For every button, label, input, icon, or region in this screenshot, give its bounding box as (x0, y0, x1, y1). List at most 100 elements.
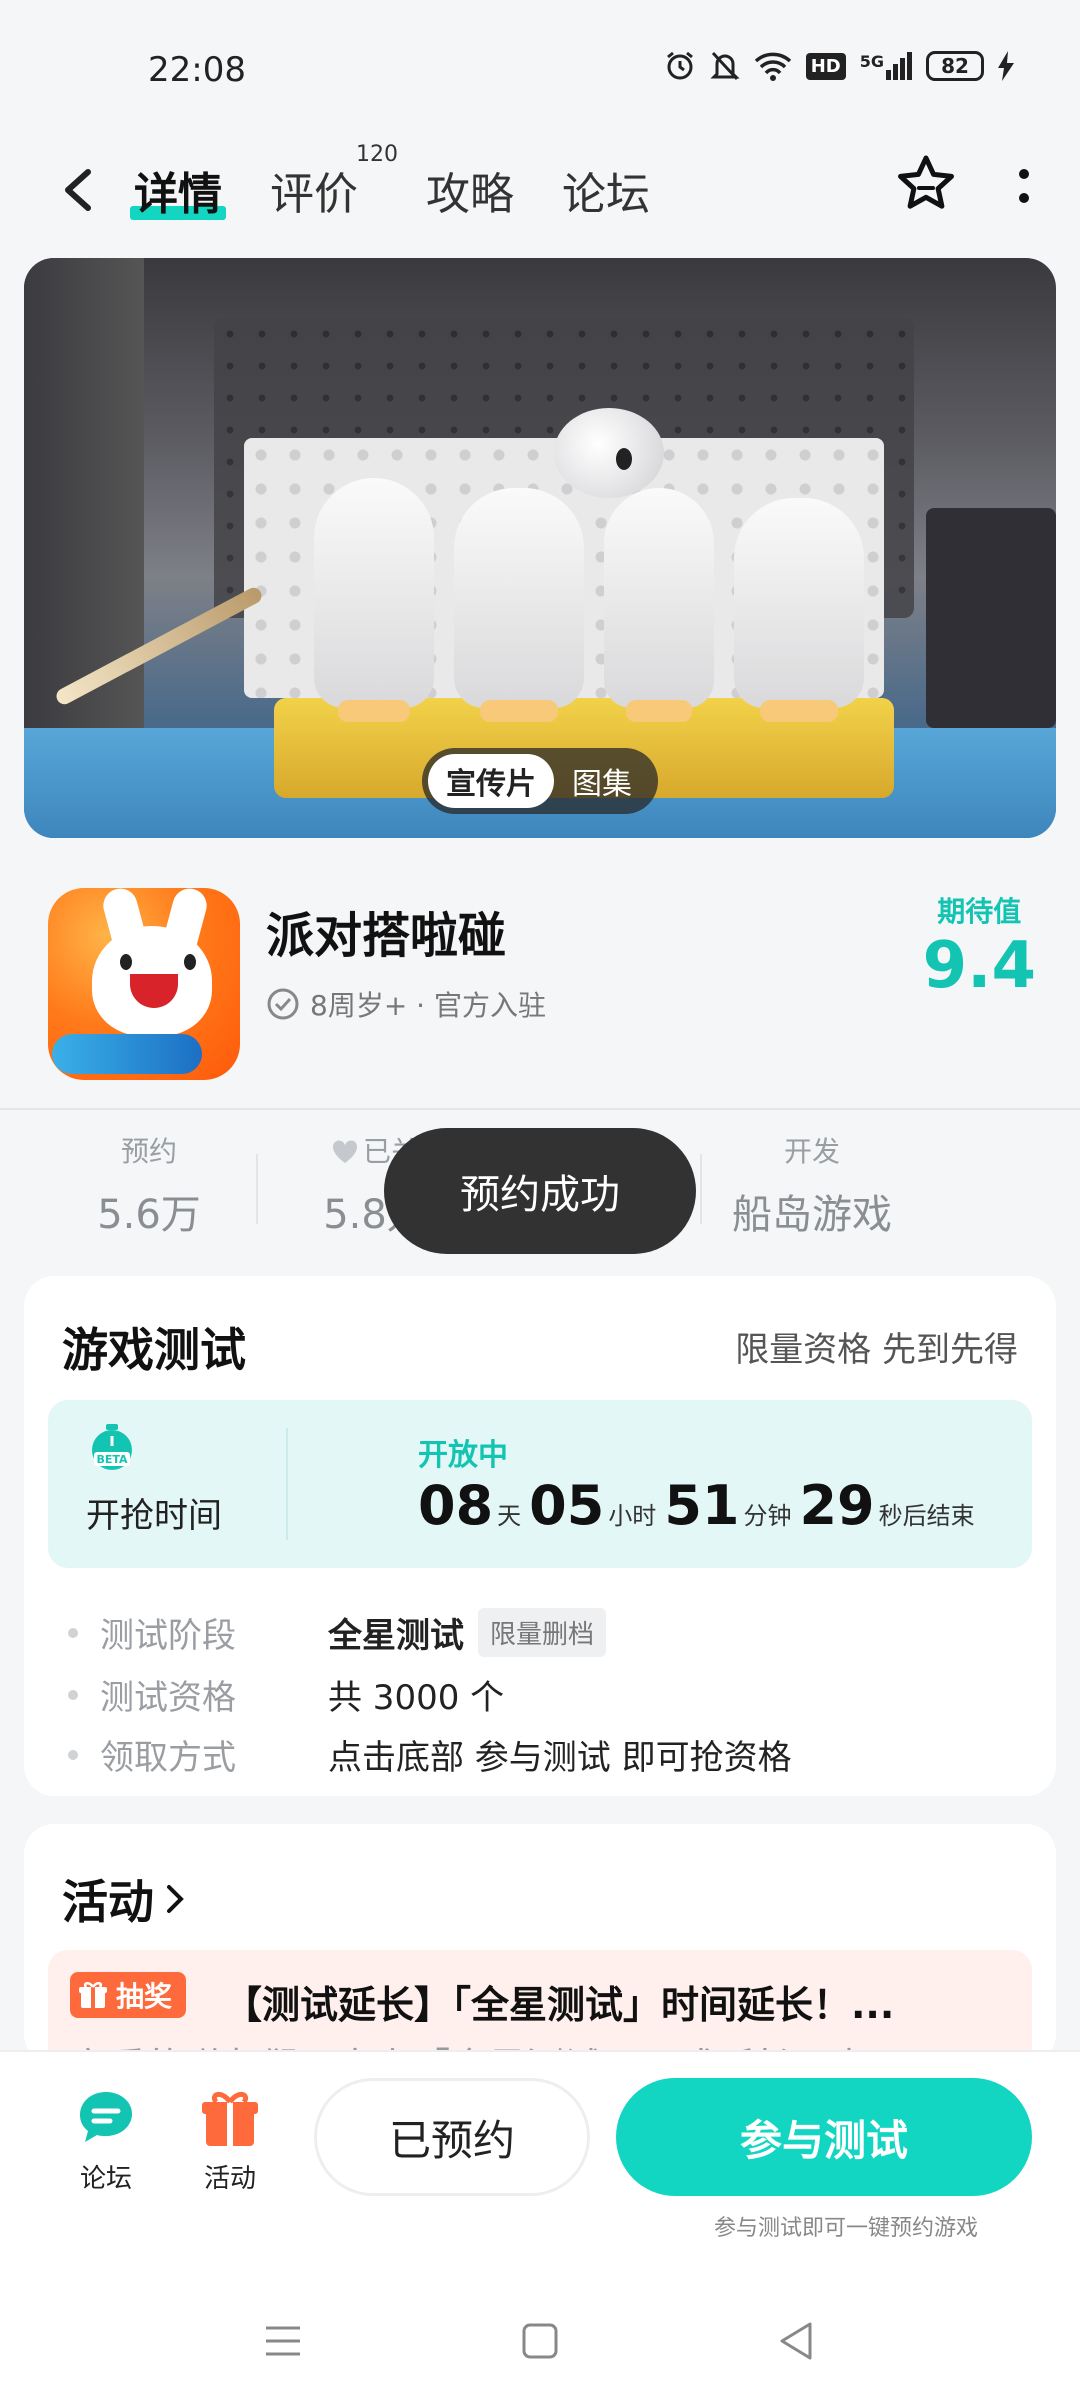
activity-title: 活动 (62, 1875, 154, 1929)
video-tab[interactable]: 宣传片 (428, 754, 554, 808)
test-timer-box: BETA 开抢时间 开放中 08 天 05 小时 51 分钟 29 秒后结束 (48, 1400, 1032, 1568)
recent-apps-icon[interactable] (258, 2316, 308, 2366)
lottery-tag: 抽奖 (70, 1972, 187, 2018)
tab-bar: 详情 评价 120 攻略 论坛 (130, 142, 650, 222)
bottom-forum-button[interactable]: 论坛 (56, 2086, 156, 2195)
countdown-seconds: 29 (799, 1474, 875, 1537)
gift-box-icon (202, 2092, 258, 2146)
stat-value: 5.6万 (97, 1192, 201, 1238)
game-info: 派对搭啦碰 8周岁+ · 官方入驻 期待值 9.4 (0, 860, 1080, 1110)
countdown-days: 08 (418, 1474, 494, 1537)
status-time: 22:08 (148, 50, 246, 90)
activity-label: 活动 (203, 2164, 256, 2194)
battery-indicator: 82 (926, 51, 984, 81)
status-bar: 22:08 HD 5G 82 (0, 0, 1080, 120)
wifi-icon (754, 52, 791, 81)
floating-character (554, 408, 664, 498)
beta-timer-icon: BETA (92, 1424, 132, 1470)
network-type: 5G (859, 52, 884, 71)
detail-key: 领取方式 (100, 1738, 236, 1778)
toast-reserve-success: 预约成功 (384, 1128, 696, 1254)
forum-label: 论坛 (79, 2164, 132, 2194)
tab-reviews[interactable]: 评价 120 (270, 142, 398, 222)
chevron-right-icon (167, 1885, 184, 1913)
age-rating-text: 8周岁+ · 官方入驻 (310, 989, 546, 1022)
media-switch: 宣传片 图集 (422, 748, 658, 814)
back-triangle-icon[interactable] (772, 2316, 822, 2366)
stat-value: 船岛游戏 (732, 1192, 892, 1238)
bullet-dot (68, 1689, 78, 1700)
stat-reservations: 预约 5.6万 (64, 1130, 234, 1240)
countdown-minutes: 51 (664, 1474, 740, 1537)
countdown-unit: 秒后结束 (878, 1502, 975, 1530)
expectation-score: 期待值 9.4 (923, 890, 1036, 998)
favorite-star-icon[interactable] (894, 152, 958, 216)
detail-tag: 限量删档 (478, 1608, 607, 1657)
figure-1 (314, 478, 434, 722)
system-navigation-bar (0, 2280, 1080, 2400)
section-divider (0, 1108, 1080, 1110)
activity-card: 活动 抽奖 【测试延长】「全星测试」时间延长！... 亲爱的磁友们，本次「全星测… (24, 1824, 1056, 2070)
countdown-unit: 天 (497, 1502, 522, 1530)
expectation-value: 9.4 (922, 929, 1036, 1003)
reserved-button[interactable]: 已预约 (314, 2078, 590, 2196)
detail-key: 测试资格 (100, 1678, 236, 1718)
stat-separator (700, 1154, 702, 1224)
forum-chat-icon (80, 2092, 132, 2142)
home-icon[interactable] (515, 2316, 565, 2366)
game-app-icon (48, 888, 240, 1080)
alarm-icon (666, 51, 693, 80)
banner-tool-holder (926, 508, 1056, 728)
detail-value: 共 3000 个 (328, 1678, 505, 1718)
figure-2 (454, 488, 584, 722)
timer-label: 开抢时间 (86, 1496, 222, 1536)
tab-label: 详情 (134, 169, 222, 220)
gallery-tab[interactable]: 图集 (554, 754, 650, 808)
card-title: 游戏测试 (62, 1323, 246, 1377)
stat-label: 开发 (783, 1135, 840, 1168)
figure-4 (734, 498, 864, 722)
countdown-hours: 05 (529, 1474, 605, 1537)
svg-text:BETA: BETA (96, 1453, 128, 1466)
timer-status: 开放中 (418, 1438, 508, 1473)
bottom-activity-button[interactable]: 活动 (180, 2086, 280, 2195)
gift-icon (79, 1982, 107, 2008)
promo-banner[interactable]: 宣传片 图集 (24, 258, 1056, 838)
bottom-action-bar: 论坛 活动 已预约 参与测试 参与测试即可一键预约游戏 (0, 2050, 1080, 2280)
join-hint-text: 参与测试即可一键预约游戏 (714, 2216, 979, 2241)
back-arrow-icon[interactable] (56, 160, 100, 220)
stat-separator (256, 1154, 258, 1224)
signal-5g-icon: 5G (860, 52, 912, 80)
verified-check-icon (267, 988, 299, 1020)
countdown: 08 天 05 小时 51 分钟 29 秒后结束 (418, 1474, 983, 1537)
tab-label: 评价 (270, 169, 358, 220)
tab-guides[interactable]: 攻略 (426, 158, 514, 222)
more-options-icon[interactable] (1012, 164, 1036, 212)
status-icons: HD 5G 82 (664, 50, 1014, 82)
activity-header[interactable]: 活动 (62, 1866, 186, 1932)
tab-label: 攻略 (426, 169, 514, 220)
bullet-dot (68, 1749, 78, 1760)
stat-developer[interactable]: 开发 船岛游戏 (712, 1130, 912, 1240)
figure-3 (604, 488, 714, 722)
top-nav: 详情 评价 120 攻略 论坛 (0, 140, 1080, 240)
mute-bell-icon (710, 51, 740, 81)
tab-forum[interactable]: 论坛 (562, 158, 650, 222)
countdown-unit: 小时 (608, 1502, 657, 1530)
detail-row-method: 领取方式 点击底部 参与测试 即可抢资格 (68, 1730, 792, 1779)
game-test-card: 游戏测试 限量资格 先到先得 BETA 开抢时间 开放中 08 天 05 小时 … (24, 1276, 1056, 1796)
detail-key: 测试阶段 (100, 1616, 236, 1656)
lottery-tag-text: 抽奖 (116, 1980, 173, 2013)
bullet-dot (68, 1627, 78, 1638)
activity-headline: 【测试延长】「全星测试」时间延长！... (224, 1983, 895, 2027)
tab-details[interactable]: 详情 (130, 158, 226, 222)
review-count-badge: 120 (356, 142, 398, 167)
game-meta: 8周岁+ · 官方入驻 (266, 984, 546, 1024)
tab-label: 论坛 (562, 169, 650, 220)
join-test-button[interactable]: 参与测试 (616, 2078, 1032, 2196)
game-title: 派对搭啦碰 (266, 908, 507, 964)
card-subtitle: 限量资格 先到先得 (735, 1330, 1018, 1370)
charging-icon (998, 51, 1014, 81)
countdown-unit: 分钟 (743, 1502, 792, 1530)
hd-badge: HD (805, 52, 846, 80)
